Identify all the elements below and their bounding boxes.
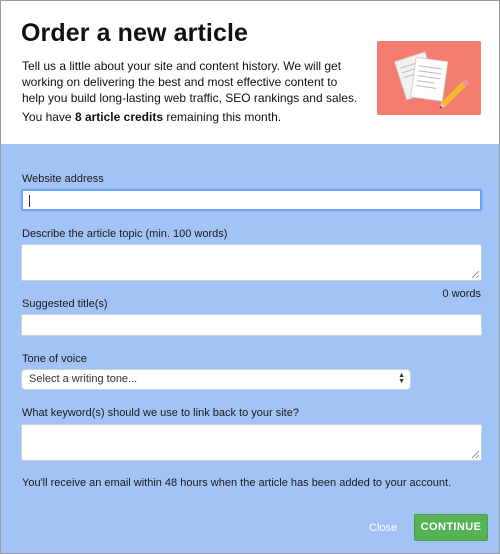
word-count: 0 words [442, 288, 481, 300]
keywords-label: What keyword(s) should we use to link ba… [22, 407, 299, 419]
continue-button[interactable]: CONTINUE [414, 514, 488, 541]
resize-handle-icon[interactable] [472, 271, 479, 278]
intro-text: Tell us a little about your site and con… [22, 59, 358, 105]
page-title: Order a new article [21, 19, 248, 47]
tone-of-voice-select[interactable]: Select a writing tone... ▲ ▼ [21, 369, 411, 390]
website-label: Website address [22, 173, 104, 185]
close-button[interactable]: Close [369, 522, 397, 534]
credits-suffix: remaining this month. [163, 110, 282, 124]
credits-count: 8 article credits [74, 110, 164, 124]
website-address-input[interactable] [21, 189, 482, 211]
tone-select-value: Select a writing tone... [29, 373, 138, 385]
select-arrows-icon: ▲ ▼ [398, 372, 405, 385]
credits-prefix: You have [22, 110, 75, 124]
tone-label: Tone of voice [22, 353, 87, 365]
topic-label: Describe the article topic (min. 100 wor… [22, 228, 228, 240]
order-article-dialog: Order a new article Tell us a little abo… [0, 0, 500, 554]
article-topic-textarea[interactable] [21, 244, 482, 281]
documents-and-pencil-illustration-icon [377, 41, 481, 115]
credits-text: You have 8 article credits remaining thi… [22, 110, 281, 124]
email-notice: You'll receive an email within 48 hours … [22, 477, 452, 489]
resize-handle-icon[interactable] [472, 451, 479, 458]
keywords-textarea[interactable] [21, 424, 482, 461]
article-form: Website address Describe the article top… [1, 144, 499, 553]
text-caret [29, 195, 30, 207]
suggested-titles-input[interactable] [21, 314, 482, 336]
dialog-header: Order a new article Tell us a little abo… [1, 1, 499, 144]
titles-label: Suggested title(s) [22, 298, 108, 310]
